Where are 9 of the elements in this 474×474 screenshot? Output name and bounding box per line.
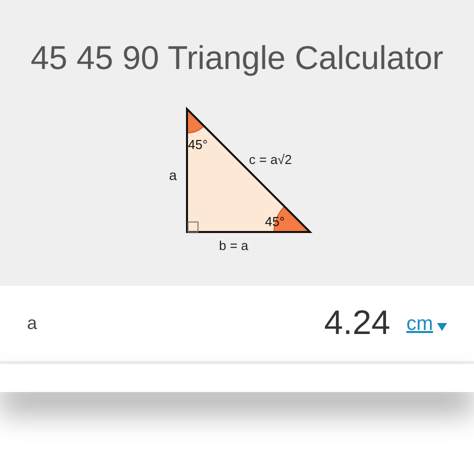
angle-label: 45° [188,137,208,152]
caret-icon [437,322,447,330]
hypotenuse-label: c = a√2 [249,152,292,167]
side-label: a [169,167,177,183]
calculator-title: 45 45 90 Triangle Calculator [30,38,444,78]
unit-dropdown[interactable]: cm [406,308,447,338]
value-field[interactable]: 4.24 [324,298,390,349]
variable-label: a [27,312,38,335]
base-label: b = a [219,238,248,253]
